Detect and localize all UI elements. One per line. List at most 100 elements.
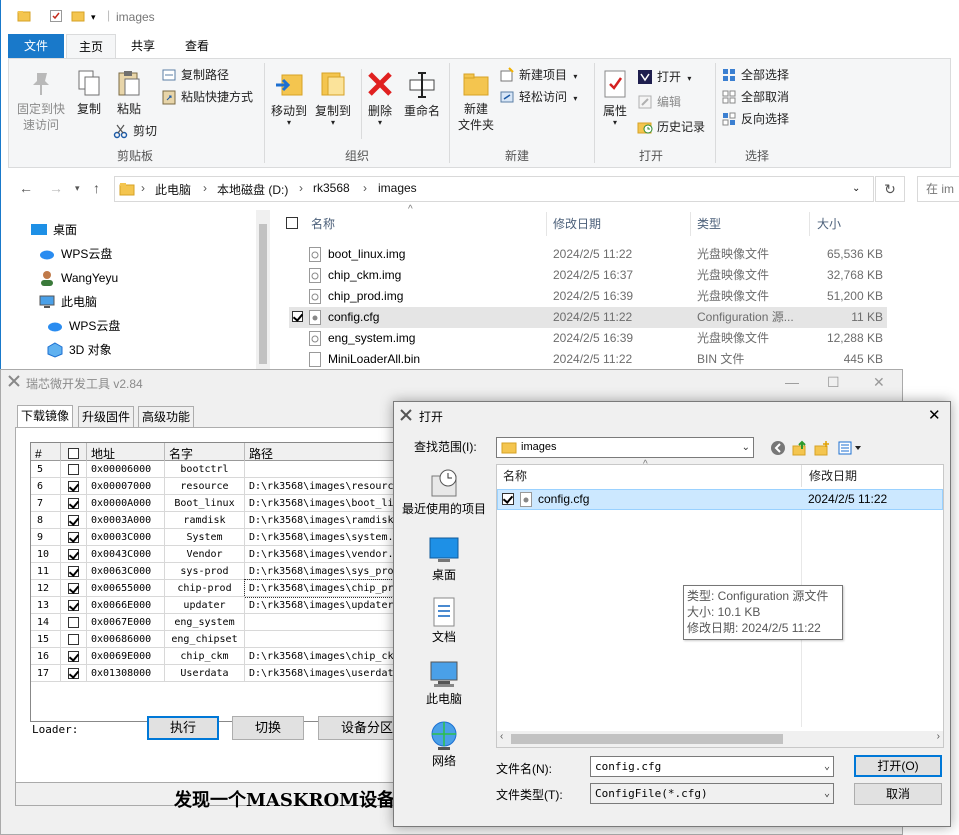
select-all-checkbox[interactable] [286,217,298,229]
column-header-check[interactable] [61,443,87,461]
partition-path[interactable] [245,614,399,631]
delete-button[interactable]: 删除 ▾ [365,69,395,127]
easy-access-button[interactable]: 轻松访问 ▾ [499,87,577,107]
place-this-pc[interactable]: 此电脑 [398,658,490,707]
column-header-size[interactable]: 大小 [817,212,841,236]
customize-quick-access-icon[interactable]: ▾ [91,12,96,23]
close-button[interactable]: ✕ [873,374,885,391]
cut-button[interactable]: 剪切 [113,121,157,141]
partition-checkbox[interactable] [61,648,87,665]
partition-row[interactable]: 9 0x0003C000 System D:\rk3568\images\system… [31,529,399,546]
nav-item-wps-cloud-2[interactable]: WPS云盘 [47,316,120,336]
select-none-button[interactable]: 全部取消 [721,87,789,107]
checkbox-unchecked[interactable] [68,634,79,645]
partition-checkbox[interactable] [61,495,87,512]
breadcrumb-chevron-icon[interactable]: › [299,181,303,195]
back-arrow-icon[interactable]: ← [19,180,33,196]
dialog-file-row-selected[interactable]: config.cfg 2024/2/5 11:22 [497,489,943,510]
tab-advanced[interactable]: 高级功能 [138,406,195,428]
column-header-date[interactable]: 修改日期 [809,465,857,487]
maximize-button[interactable]: ☐ [827,374,840,391]
edit-button[interactable]: 编辑 [637,92,681,112]
partition-checkbox[interactable] [61,631,87,648]
rename-button[interactable]: 重命名 [401,69,443,119]
refresh-button[interactable]: ↻ [875,176,905,202]
switch-button[interactable]: 切换 [232,716,304,740]
nav-item-this-pc[interactable]: 此电脑 [39,292,97,312]
breadcrumb-rk3568[interactable]: rk3568 [313,181,350,195]
checkbox-unchecked[interactable] [68,464,79,475]
tab-view[interactable]: 查看 [173,34,221,58]
pin-quick-access-button[interactable]: 固定到快 速访问 [13,69,69,133]
nav-item-wps-cloud[interactable]: WPS云盘 [39,244,112,264]
horizontal-scrollbar[interactable]: ‹ › [497,731,943,747]
properties-quick-icon[interactable] [49,9,63,23]
checkbox-checked[interactable] [68,481,79,492]
partition-path[interactable]: D:\rk3568\images\ramdisk [245,512,399,529]
scroll-right-icon[interactable]: › [937,731,940,742]
checkbox-checked[interactable] [68,651,79,662]
partition-path[interactable]: D:\rk3568\images\updater [245,597,399,614]
view-menu-icon[interactable] [838,440,864,456]
invert-selection-button[interactable]: 反向选择 [721,109,789,129]
copy-path-button[interactable]: 复制路径 [161,65,229,85]
breadcrumb-drive-d[interactable]: 本地磁盘 (D:) [217,181,288,198]
nav-item-user[interactable]: WangYeyu [39,268,118,288]
tab-download-image[interactable]: 下载镜像 [17,405,74,428]
checkbox-checked[interactable] [68,583,79,594]
partition-row[interactable]: 17 0x01308000 Userdata D:\rk3568\images\use… [31,665,399,682]
breadcrumb-this-pc[interactable]: 此电脑 [155,181,191,198]
file-row[interactable]: chip_ckm.img 2024/2/5 16:37 光盘映像文件 32,76… [289,265,887,286]
breadcrumb-chevron-icon[interactable]: › [363,181,367,195]
recent-locations-chevron-icon[interactable]: ▾ [75,183,80,194]
breadcrumb-chevron-icon[interactable]: › [141,181,145,195]
place-documents[interactable]: 文档 [398,596,490,645]
partition-checkbox[interactable] [61,529,87,546]
partition-path[interactable]: D:\rk3568\images\vendor. [245,546,399,563]
partition-checkbox[interactable] [61,461,87,478]
cancel-button[interactable]: 取消 [854,783,942,805]
forward-arrow-icon[interactable]: → [49,180,63,196]
checkbox-checked[interactable] [68,566,79,577]
checkbox-checked[interactable] [68,668,79,679]
partition-path[interactable] [245,631,399,648]
partition-checkbox[interactable] [61,614,87,631]
nav-item-3d-objects[interactable]: 3D 对象 [47,340,112,360]
column-header-date[interactable]: 修改日期 [553,212,601,236]
partition-path[interactable]: D:\rk3568\images\sys_pro [245,563,399,580]
new-folder-button[interactable]: 新建 文件夹 [453,69,499,133]
nav-scrollbar-thumb[interactable] [259,224,267,364]
minimize-button[interactable]: — [785,374,799,390]
row-checkbox[interactable] [292,311,303,322]
partition-checkbox[interactable] [61,512,87,529]
file-name-input[interactable]: config.cfg ⌄ [590,756,834,777]
place-recent[interactable]: 最近使用的项目 [398,468,490,517]
partition-path[interactable]: D:\rk3568\images\chip_pr [244,579,399,598]
create-new-folder-icon[interactable] [814,440,830,456]
look-in-combo[interactable]: images ⌄ [496,437,754,458]
partition-path[interactable]: D:\rk3568\images\chip_ck [245,648,399,665]
partition-path[interactable]: D:\rk3568\images\system. [245,529,399,546]
partition-row[interactable]: 11 0x0063C000 sys-prod D:\rk3568\images\sys… [31,563,399,580]
column-header-name[interactable]: 名称 [311,212,335,236]
file-row[interactable]: MiniLoaderAll.bin 2024/2/5 11:22 BIN 文件 … [289,349,887,370]
scroll-left-icon[interactable]: ‹ [500,731,503,742]
place-desktop[interactable]: 桌面 [398,534,490,583]
row-checkbox[interactable] [502,493,514,505]
history-button[interactable]: 历史记录 [637,117,705,137]
search-box[interactable]: 在 im [917,176,959,202]
partition-row[interactable]: 8 0x0003A000 ramdisk D:\rk3568\images\ramdi… [31,512,399,529]
checkbox-unchecked[interactable] [68,617,79,628]
tab-file[interactable]: 文件 [8,34,64,58]
back-icon[interactable] [770,440,786,456]
nav-scrollbar[interactable] [256,210,270,370]
device-partition-table-button[interactable]: 设备分区表 [318,716,404,740]
tab-share[interactable]: 共享 [119,34,167,58]
new-item-button[interactable]: 新建项目 ▾ [499,65,577,85]
partition-row[interactable]: 10 0x0043C000 Vendor D:\rk3568\images\vendo… [31,546,399,563]
checkbox-checked[interactable] [68,498,79,509]
partition-row[interactable]: 7 0x0000A000 Boot_linux D:\rk3568\images\bo… [31,495,399,512]
select-all-button[interactable]: 全部选择 [721,65,789,85]
partition-row[interactable]: 12 0x00655000 chip-prod D:\rk3568\images\ch… [31,579,399,598]
breadcrumb-images[interactable]: images [378,181,417,195]
